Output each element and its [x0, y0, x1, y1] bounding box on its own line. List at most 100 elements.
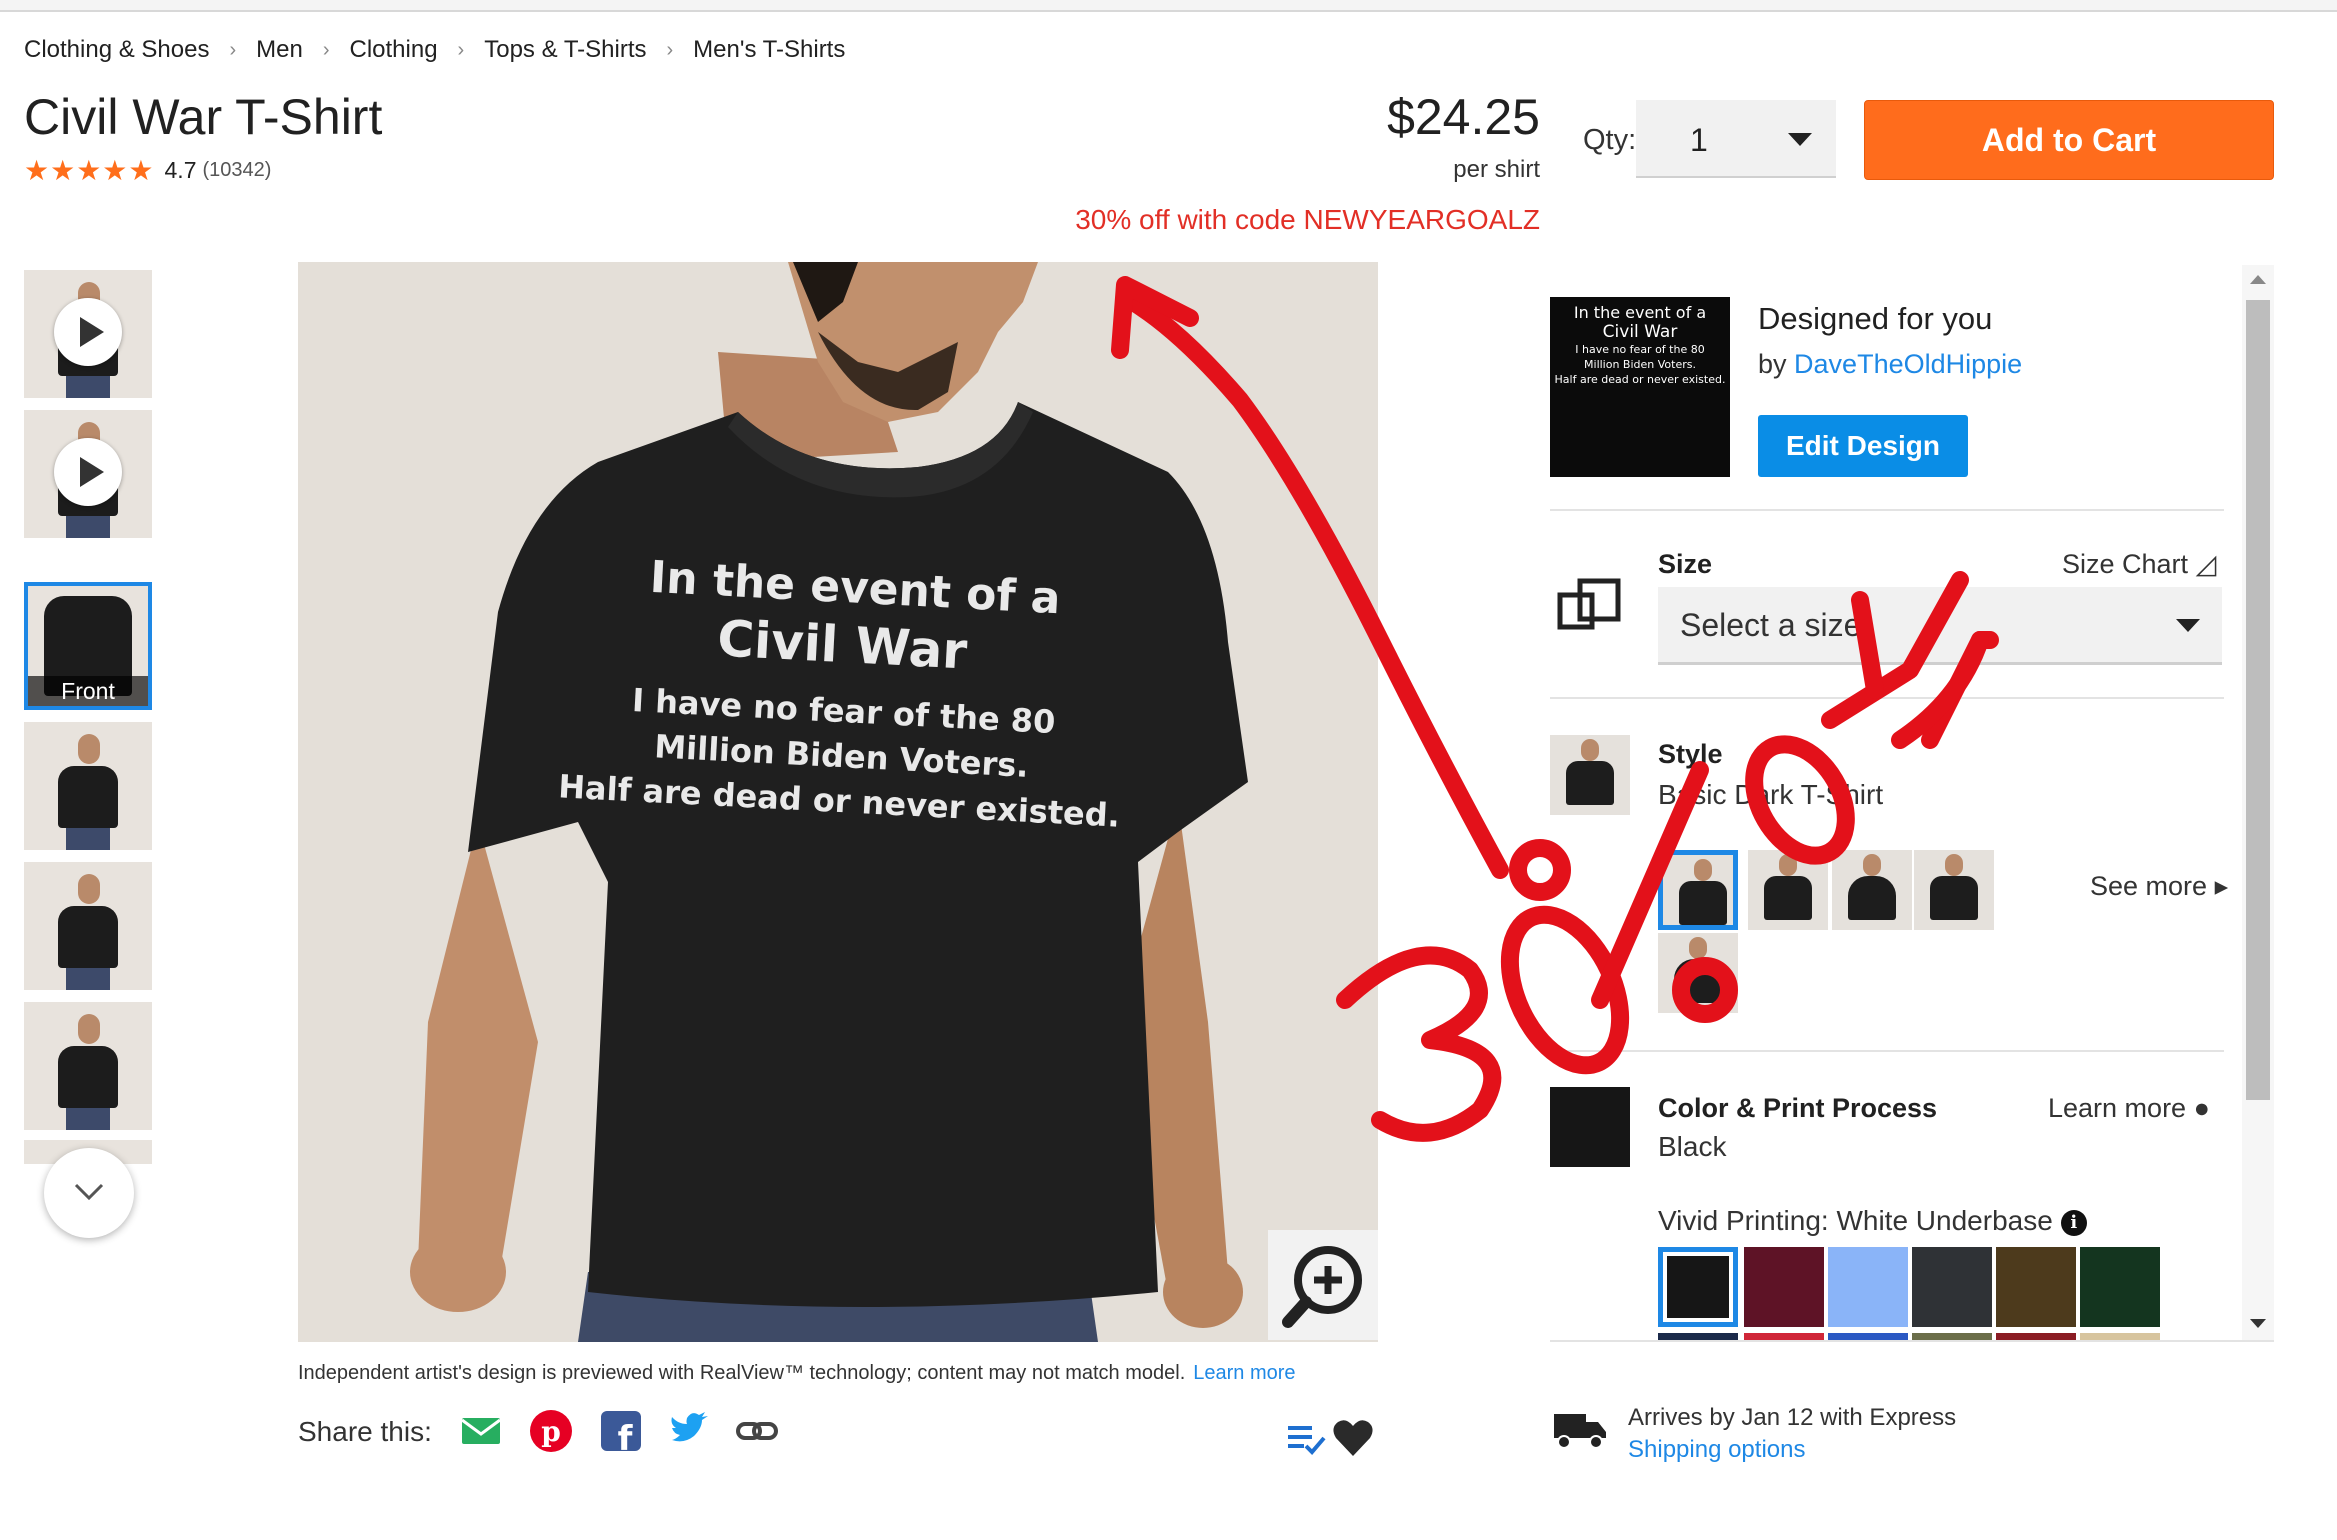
main-product-image[interactable]: In the event of a Civil War I have no fe…	[298, 262, 1378, 1342]
size-select-value: Select a size	[1680, 607, 1862, 643]
zoom-button[interactable]	[1268, 1230, 1378, 1340]
breadcrumb-clothing[interactable]: Clothing	[349, 36, 437, 64]
ruler-icon: ◿	[2195, 549, 2217, 579]
jeans-shape	[66, 376, 110, 398]
print-process-label: Vivid Printing: White Underbase i	[1658, 1205, 2087, 1237]
by-label: by	[1758, 349, 1787, 379]
size-select[interactable]: Select a size	[1658, 587, 2222, 665]
shipping-options-link[interactable]: Shipping options	[1628, 1436, 1805, 1464]
chevron-down-icon	[74, 1183, 104, 1201]
style-option-basic-dark[interactable]	[1658, 850, 1738, 930]
size-chart-text: Size Chart	[2062, 549, 2189, 579]
twitter-share-icon[interactable]	[666, 1408, 712, 1454]
chevron-right-icon: ›	[457, 38, 465, 61]
svg-text:p: p	[541, 1415, 561, 1448]
chevron-right-icon: ›	[322, 38, 330, 61]
design-line-1: In the event of a	[1573, 303, 1707, 322]
divider	[1550, 509, 2224, 511]
panel-scrollbar-thumb[interactable]	[2246, 300, 2270, 1100]
style-option[interactable]	[1658, 933, 1738, 1013]
design-preview-thumbnail[interactable]: In the event of a Civil War I have no fe…	[1550, 297, 1730, 477]
caret-down-icon	[1788, 133, 1812, 146]
thumbnail-front[interactable]: Front	[24, 582, 152, 710]
thumbnail-label: Front	[28, 676, 148, 706]
shirt-shape	[58, 1046, 118, 1108]
color-swatch-partial[interactable]	[1996, 1333, 2076, 1340]
shirt-shape	[58, 766, 118, 828]
jeans-shape	[66, 1108, 110, 1130]
color-swatch-heather-black[interactable]	[1912, 1247, 1992, 1327]
play-icon	[54, 298, 122, 366]
size-icon	[1556, 577, 1622, 638]
color-swatch-maroon[interactable]	[1744, 1247, 1824, 1327]
divider	[1550, 697, 2224, 699]
link-share-icon[interactable]	[734, 1408, 780, 1454]
breadcrumb-men[interactable]: Men	[256, 36, 303, 64]
size-chart-link[interactable]: Size Chart ◿	[2062, 549, 2216, 580]
delivery-truck-icon	[1552, 1408, 1608, 1455]
design-line-2: Civil War	[1602, 322, 1678, 342]
edit-design-button[interactable]: Edit Design	[1758, 415, 1968, 477]
breadcrumb-mens-tshirts[interactable]: Men's T-Shirts	[693, 36, 845, 64]
disclaimer-learn-more-link[interactable]: Learn more	[1193, 1362, 1295, 1384]
style-option[interactable]	[1748, 850, 1828, 930]
color-swatch-partial[interactable]	[1912, 1333, 1992, 1340]
jeans-shape	[66, 516, 110, 538]
design-line-3: I have no fear of the 80	[1575, 343, 1705, 356]
chevron-right-icon: ›	[666, 38, 674, 61]
product-title: Civil War T-Shirt	[24, 89, 383, 145]
color-swatch-partial[interactable]	[1828, 1333, 1908, 1340]
caret-right-icon: ▸	[2214, 871, 2229, 901]
promo-code-text: 30% off with code NEWYEARGOALZ	[1075, 204, 1540, 235]
review-count[interactable]: (10342)	[203, 159, 272, 182]
color-value: Black	[1658, 1131, 1727, 1162]
info-icon[interactable]: i	[2060, 1209, 2087, 1236]
color-swatch-black[interactable]	[1658, 1247, 1738, 1327]
qty-value: 1	[1690, 122, 1708, 158]
designer-name-link[interactable]: DaveTheOldHippie	[1794, 349, 2022, 379]
facebook-share-icon[interactable]: f	[598, 1408, 644, 1459]
designer-credit: by DaveTheOldHippie	[1758, 349, 2022, 380]
color-swatch-brown[interactable]	[1996, 1247, 2076, 1327]
email-share-icon[interactable]	[458, 1408, 504, 1454]
scroll-up-arrow-icon[interactable]	[2250, 275, 2266, 284]
thumbnail-model-front[interactable]	[24, 862, 152, 990]
play-icon	[54, 438, 122, 506]
breadcrumb-tops-tshirts[interactable]: Tops & T-Shirts	[484, 36, 646, 64]
style-icon	[1550, 735, 1630, 815]
breadcrumb-clothing-shoes[interactable]: Clothing & Shoes	[24, 36, 209, 64]
color-preview-swatch	[1550, 1087, 1630, 1167]
customization-panel[interactable]: In the event of a Civil War I have no fe…	[1550, 265, 2274, 1340]
color-swatch-forest-green[interactable]	[2080, 1247, 2160, 1327]
style-option[interactable]	[1832, 850, 1912, 930]
droplet-icon: ●	[2193, 1093, 2210, 1123]
realview-disclaimer: Independent artist's design is previewed…	[298, 1362, 1296, 1385]
see-more-styles-link[interactable]: See more ▸	[2090, 871, 2228, 902]
share-label: Share this:	[298, 1416, 432, 1447]
zoom-in-icon	[1282, 1246, 1362, 1328]
print-process-text: Vivid Printing: White Underbase	[1658, 1205, 2053, 1236]
add-to-list-icon[interactable]	[1284, 1420, 1330, 1466]
thumbnail-model-back[interactable]	[24, 1002, 152, 1130]
product-rating[interactable]: ★★★★★ 4.7 (10342)	[24, 154, 271, 187]
thumbnail-video-2[interactable]	[24, 410, 152, 538]
heart-favorite-icon[interactable]	[1330, 1416, 1376, 1462]
color-swatch-light-blue[interactable]	[1828, 1247, 1908, 1327]
thumbnail-back[interactable]	[24, 722, 152, 850]
qty-select[interactable]: 1	[1636, 100, 1836, 178]
shirt-shape	[58, 906, 118, 968]
qty-label: Qty:	[1583, 124, 1637, 156]
color-swatch-partial[interactable]	[1658, 1333, 1738, 1340]
add-to-cart-button[interactable]: Add to Cart	[1864, 100, 2274, 180]
thumbnail-video-1[interactable]	[24, 270, 152, 398]
style-option[interactable]	[1914, 850, 1994, 930]
pinterest-share-icon[interactable]: p	[528, 1408, 574, 1454]
design-line-5: Half are dead or never existed.	[1554, 373, 1726, 386]
arrival-estimate: Arrives by Jan 12 with Express	[1628, 1404, 1957, 1431]
scroll-down-arrow-icon[interactable]	[2250, 1319, 2266, 1328]
color-swatch-partial[interactable]	[1744, 1333, 1824, 1340]
color-learn-more-link[interactable]: Learn more ●	[2048, 1093, 2210, 1124]
color-swatch-partial[interactable]	[2080, 1333, 2160, 1340]
thumbnails-scroll-down-button[interactable]	[44, 1148, 134, 1238]
divider	[1550, 1050, 2224, 1052]
